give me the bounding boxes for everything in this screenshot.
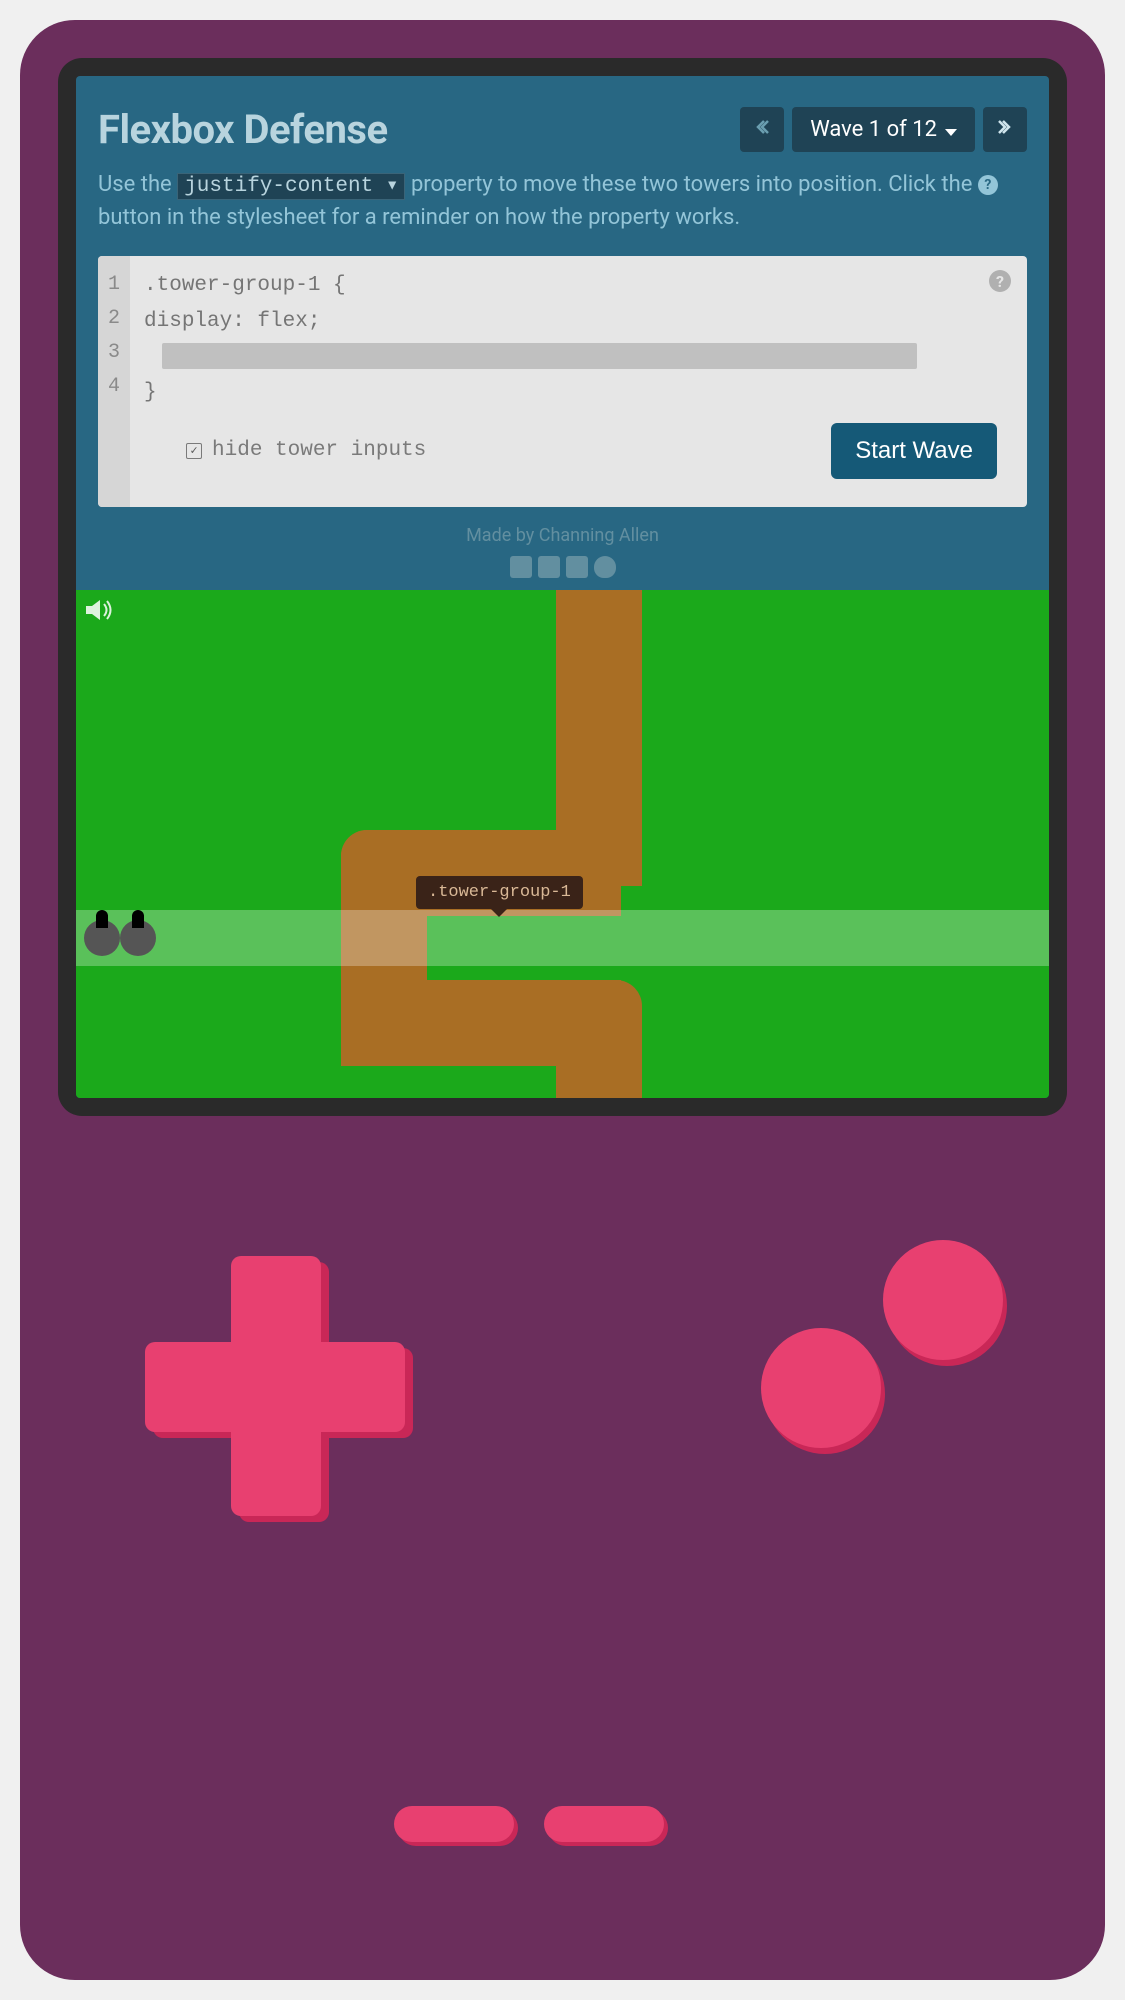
- property-dropdown[interactable]: justify-content ▾: [177, 173, 405, 200]
- sound-toggle-icon[interactable]: [84, 598, 112, 626]
- social-links: [76, 552, 1049, 590]
- wave-label-text: Wave 1 of 12: [810, 117, 937, 142]
- tower-group-tooltip: .tower-group-1: [416, 876, 583, 909]
- editor-footer: ✓ hide tower inputs Start Wave: [144, 411, 1013, 495]
- gameboy-controls: [58, 1116, 1067, 1896]
- tower[interactable]: [84, 920, 120, 956]
- line-num: 1: [108, 268, 120, 302]
- chevron-right-icon: [997, 118, 1013, 141]
- next-wave-button[interactable]: [983, 107, 1027, 152]
- instr-part1: Use the: [98, 172, 177, 197]
- screen-bezel: Flexbox Defense Wave 1 of 12: [58, 58, 1067, 1116]
- wave-navigation: Wave 1 of 12: [740, 107, 1027, 152]
- tower[interactable]: [120, 920, 156, 956]
- line-num: 4: [108, 370, 120, 404]
- code-line: }: [144, 375, 1013, 411]
- instructions-text: Use the justify-content ▾ property to mo…: [76, 163, 1049, 248]
- dpad-horizontal: [145, 1342, 405, 1432]
- enemy-path: [556, 980, 642, 1098]
- tower-group-strip: [76, 910, 1049, 966]
- wave-selector[interactable]: Wave 1 of 12: [792, 107, 975, 152]
- help-icon: ?: [978, 175, 998, 195]
- dpad[interactable]: [143, 1256, 403, 1516]
- code-line: display: flex;: [144, 304, 1013, 340]
- app-title: Flexbox Defense: [98, 106, 388, 153]
- css-input-field[interactable]: [162, 343, 917, 369]
- instr-part3: button in the stylesheet for a reminder …: [98, 205, 740, 230]
- facebook-icon[interactable]: [510, 556, 532, 578]
- twitter-icon[interactable]: [538, 556, 560, 578]
- hide-inputs-toggle[interactable]: ✓ hide tower inputs: [186, 433, 426, 469]
- line-num: 3: [108, 336, 120, 370]
- checkbox-icon: ✓: [186, 443, 202, 459]
- game-screen: Flexbox Defense Wave 1 of 12: [76, 76, 1049, 1098]
- app-header: Flexbox Defense Wave 1 of 12: [76, 76, 1049, 163]
- caret-down-icon: [945, 117, 957, 142]
- code-area: .tower-group-1 { display: flex; } ✓ hide…: [130, 256, 1027, 507]
- css-editor: 1 2 3 4 .tower-group-1 { display: flex; …: [98, 256, 1027, 507]
- instr-part2: property to move these two towers into p…: [411, 172, 978, 197]
- prev-wave-button[interactable]: [740, 107, 784, 152]
- code-line: .tower-group-1 {: [144, 268, 1013, 304]
- hide-inputs-label: hide tower inputs: [212, 433, 426, 469]
- game-board[interactable]: .tower-group-1: [76, 590, 1049, 1098]
- a-button[interactable]: [883, 1240, 1003, 1360]
- b-button[interactable]: [761, 1328, 881, 1448]
- chevron-left-icon: [754, 118, 770, 141]
- select-button[interactable]: [544, 1806, 664, 1842]
- line-gutter: 1 2 3 4: [98, 256, 130, 507]
- credits-text: Made by Channing Allen: [76, 507, 1049, 552]
- start-button[interactable]: [394, 1806, 514, 1842]
- start-wave-button[interactable]: Start Wave: [831, 423, 997, 479]
- line-num: 2: [108, 302, 120, 336]
- github-icon[interactable]: [594, 556, 616, 578]
- linkedin-icon[interactable]: [566, 556, 588, 578]
- gameboy-shell: Flexbox Defense Wave 1 of 12: [20, 20, 1105, 1980]
